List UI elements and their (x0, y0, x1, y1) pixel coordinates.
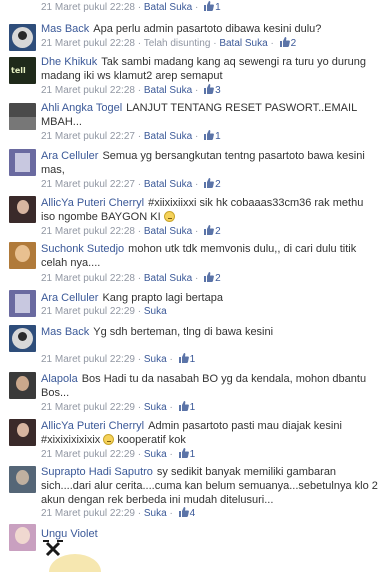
unlike-link[interactable]: Batal Suka (144, 2, 192, 13)
comment-author[interactable]: AllicYa Puteri Cherryl (41, 420, 144, 432)
comment-author[interactable]: Suchonk Sutedjo (41, 243, 124, 255)
avatar[interactable] (9, 524, 36, 551)
like-count[interactable]: 4 (190, 508, 196, 519)
unlike-link[interactable]: Batal Suka (144, 226, 192, 237)
thumbs-up-icon (204, 178, 215, 188)
comment-meta: 21 Maret pukul 22:29 · Suka · 1 (41, 401, 196, 413)
comment-text: Bos Hadi tu da nasabah BO yg da kendala,… (41, 373, 367, 399)
comment-time[interactable]: 21 Maret pukul 22:29 (41, 449, 135, 460)
comment-author[interactable]: Ahli Angka Togel (41, 102, 122, 114)
avatar[interactable] (9, 325, 36, 352)
smiley-emoji-icon (163, 211, 175, 222)
comment-time[interactable]: 21 Maret pukul 22:28 (41, 38, 135, 49)
like-link[interactable]: Suka (144, 508, 167, 519)
comment-meta: 21 Maret pukul 22:28 · Batal Suka · 3 (41, 84, 221, 96)
comment-meta: 21 Maret pukul 22:29 · Suka · 1 (41, 448, 196, 460)
like-count[interactable]: 1 (190, 354, 196, 365)
comment-time[interactable]: 21 Maret pukul 22:27 (41, 131, 135, 142)
comment-time[interactable]: 21 Maret pukul 22:28 (41, 85, 135, 96)
like-count[interactable]: 1 (190, 402, 196, 413)
thumbs-up-icon (178, 507, 189, 517)
thumbs-up-icon (178, 448, 189, 458)
avatar[interactable]: tell (9, 57, 36, 84)
thumbs-up-icon (279, 37, 290, 47)
like-count[interactable]: 1 (190, 449, 196, 460)
thumbs-up-icon (178, 353, 189, 363)
comment-author[interactable]: Dhe Khikuk (41, 56, 97, 68)
like-link[interactable]: Suka (144, 402, 167, 413)
comment-time[interactable]: 21 Maret pukul 22:27 (41, 179, 135, 190)
thumbs-up-icon (204, 84, 215, 94)
comment-meta: 21 Maret pukul 22:29 · Suka · 4 (41, 507, 196, 519)
unlike-link[interactable]: Batal Suka (144, 273, 192, 284)
smiley-emoji-icon (103, 434, 115, 445)
like-count[interactable]: 2 (291, 38, 297, 49)
thumbs-up-icon (204, 225, 215, 235)
comment-author[interactable]: AllicYa Puteri Cherryl (41, 197, 144, 209)
comment-time[interactable]: 21 Maret pukul 22:28 (41, 273, 135, 284)
avatar[interactable] (9, 372, 36, 399)
avatar[interactable] (9, 419, 36, 446)
avatar[interactable] (9, 196, 36, 223)
avatar[interactable] (9, 242, 36, 269)
avatar[interactable] (9, 24, 36, 51)
comment-text: Kang prapto lagi bertapa (102, 292, 223, 304)
sticker-icon (43, 540, 101, 572)
comment-author[interactable]: Ara Celluler (41, 292, 98, 304)
like-link[interactable]: Suka (144, 306, 167, 317)
unlike-link[interactable]: Batal Suka (144, 131, 192, 142)
like-link[interactable]: Suka (144, 354, 167, 365)
like-count[interactable]: 1 (215, 131, 221, 142)
like-count[interactable]: 1 (215, 2, 221, 13)
like-count[interactable]: 2 (215, 273, 221, 284)
like-count[interactable]: 2 (215, 179, 221, 190)
comment-meta: 21 Maret pukul 22:28 · Batal Suka · 1 (41, 1, 221, 13)
thumbs-up-icon (204, 1, 215, 11)
avatar[interactable] (9, 149, 36, 176)
comment-author[interactable]: Suprapto Hadi Saputro (41, 466, 153, 478)
unlike-link[interactable]: Batal Suka (144, 85, 192, 96)
avatar[interactable] (9, 103, 36, 130)
unlike-link[interactable]: Batal Suka (144, 179, 192, 190)
comment-text-continued: kooperatif kok (117, 434, 186, 446)
comment-meta: 21 Maret pukul 22:27 · Batal Suka · 2 (41, 178, 221, 190)
edited-label[interactable]: Telah disunting (144, 38, 211, 49)
comment-meta: 21 Maret pukul 22:29 · Suka · 1 (41, 353, 196, 365)
thumbs-up-icon (204, 272, 215, 282)
comment-author[interactable]: Ara Celluler (41, 150, 98, 162)
like-count[interactable]: 3 (215, 85, 221, 96)
comment-time[interactable]: 21 Maret pukul 22:29 (41, 306, 135, 317)
comment-author[interactable]: Alapola (41, 373, 78, 385)
comment-time[interactable]: 21 Maret pukul 22:29 (41, 402, 135, 413)
avatar[interactable] (9, 290, 36, 317)
like-count[interactable]: 2 (215, 226, 221, 237)
comment-author[interactable]: Mas Back (41, 326, 89, 338)
comment-text: Apa perlu admin pasartoto dibawa kesini … (93, 23, 322, 35)
comment-meta: 21 Maret pukul 22:28 · Batal Suka · 2 (41, 225, 221, 237)
avatar[interactable] (9, 466, 36, 493)
comment-meta: 21 Maret pukul 22:29 · Suka (41, 306, 167, 317)
thumbs-up-icon (178, 401, 189, 411)
comment-meta: 21 Maret pukul 22:27 · Batal Suka · 1 (41, 130, 221, 142)
comment-time[interactable]: 21 Maret pukul 22:28 (41, 226, 135, 237)
comment-time[interactable]: 21 Maret pukul 22:28 (41, 2, 135, 13)
thumbs-up-icon (204, 130, 215, 140)
comment-meta: 21 Maret pukul 22:28 · Batal Suka · 2 (41, 272, 221, 284)
comment-meta: 21 Maret pukul 22:28 · Telah disunting ·… (41, 37, 297, 49)
comment-text: Yg sdh berteman, tlng di bawa kesini (93, 326, 274, 338)
comment-author[interactable]: Mas Back (41, 23, 89, 35)
comment-time[interactable]: 21 Maret pukul 22:29 (41, 508, 135, 519)
comment-time[interactable]: 21 Maret pukul 22:29 (41, 354, 135, 365)
unlike-link[interactable]: Batal Suka (219, 38, 267, 49)
like-link[interactable]: Suka (144, 449, 167, 460)
